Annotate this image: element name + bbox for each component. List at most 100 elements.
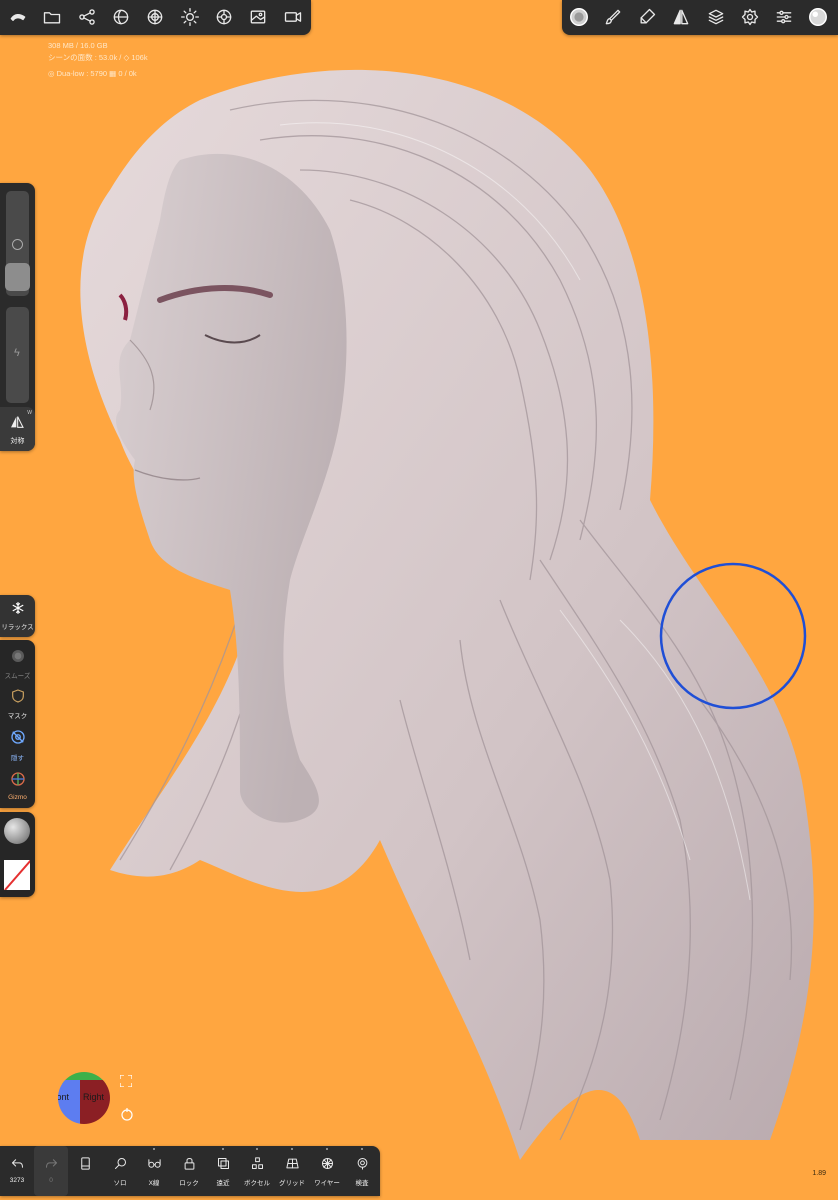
phone-icon [80,1157,90,1170]
lightning-icon: ϟ [14,347,20,359]
lock-icon [184,1158,194,1170]
top-right-toolbar [562,0,838,35]
redo-icon [45,1159,57,1168]
post-process-icon[interactable] [207,0,241,34]
wireframe-icon [321,1158,333,1169]
solo-button[interactable]: ソロ [103,1146,137,1196]
view-cube[interactable]: Front Right [58,1072,110,1124]
relax-tool-panel: リラックス [0,595,35,637]
wireframe-indicator-dot [326,1148,328,1150]
inspect-icon [357,1158,367,1170]
tool-mask[interactable]: マスク [0,688,35,720]
intensity-slider[interactable]: ϟ [6,307,29,403]
matcap-preview-icon[interactable] [801,0,835,34]
mask-icon [11,689,24,703]
layers-icon[interactable] [699,0,733,34]
magnifier-icon [114,1158,126,1169]
symmetry-toggle[interactable]: W 対称 [0,407,35,451]
wireframe-button[interactable]: ワイヤー [310,1146,344,1196]
material-panel [0,812,35,897]
perspective-label: 遠近 [216,1180,230,1187]
folder-icon[interactable] [35,0,69,34]
tool-gizmo[interactable]: Gizmo [0,770,35,801]
view-cube-right-face[interactable] [80,1080,110,1124]
hide-icon [10,730,25,744]
camera-pivot-icon[interactable] [120,1107,134,1121]
grid-indicator-dot [291,1148,293,1150]
pixel-ratio-readout: 1.89 [812,1170,826,1177]
grid-icon [285,1158,299,1169]
voxel-button[interactable]: ボクセル [240,1146,274,1196]
xray-indicator-dot [153,1148,155,1150]
frame-view-icon[interactable] [119,1074,133,1088]
xray-button[interactable]: X線 [137,1146,171,1196]
background-image-icon[interactable] [241,0,275,34]
symmetry-icon [11,416,24,428]
nomad-logo-icon[interactable] [1,0,35,34]
lock-label: ロック [179,1180,199,1187]
lock-button[interactable]: ロック [172,1146,206,1196]
material-icon[interactable] [138,0,172,34]
no-color-slash [4,860,30,890]
voxel-icon [251,1157,263,1169]
symmetry-badge: W [27,410,32,416]
tool-smooth-label: スムーズ [4,673,31,680]
redo-button[interactable]: 0 [34,1146,68,1196]
top-left-toolbar [0,0,311,35]
tool-gizmo-label: Gizmo [8,794,27,801]
perspective-button[interactable]: 遠近 [206,1146,240,1196]
perspective-indicator-dot [222,1148,224,1150]
tool-relax[interactable]: リラックス [0,601,35,631]
gizmo-icon [10,772,25,786]
stats-overlay: 308 MB / 16.0 GB シーンの面数 : 53.0k / ◇ 106k… [48,40,148,80]
xray-label: X線 [148,1180,160,1187]
scene-stat: シーンの面数 : 53.0k / ◇ 106k [48,53,148,62]
view-cube-front-face[interactable] [58,1080,80,1124]
smooth-icon [11,650,24,662]
snowflake-icon [11,602,24,614]
inspect-button[interactable]: 検査 [345,1146,379,1196]
undo-icon [11,1159,23,1168]
wireframe-label: ワイヤー [314,1180,340,1187]
symmetry-icon[interactable] [664,0,698,34]
stroke-icon[interactable] [630,0,664,34]
viewport-model[interactable] [0,0,838,1200]
tool-mask-label: マスク [7,713,28,720]
perspective-icon [217,1158,229,1169]
voxel-indicator-dot [256,1148,258,1150]
grid-label: グリッド [279,1180,305,1187]
camera-icon[interactable] [276,0,310,34]
shading-icon[interactable] [104,0,138,34]
tool-smooth[interactable]: スムーズ [0,648,35,680]
tool-relax-label: リラックス [1,624,34,631]
light-icon[interactable] [173,0,207,34]
undo-button[interactable]: 3273 [0,1146,34,1196]
scene-graph-icon[interactable] [70,0,104,34]
voxel-label: ボクセル [244,1180,270,1187]
left-tools-panel: スムーズ マスク 隠す Gizmo [0,640,35,808]
undo-count: 3273 [9,1177,25,1184]
xray-glasses-icon [147,1159,161,1168]
sliders-icon[interactable] [767,0,801,34]
paint-color-swatch[interactable] [4,860,30,890]
radius-icon [12,239,23,250]
brush-alpha-icon[interactable] [562,0,596,34]
inspect-indicator-dot [361,1148,363,1150]
inspect-label: 検査 [355,1180,369,1187]
tool-hide[interactable]: 隠す [0,728,35,762]
paint-brush-icon[interactable] [596,0,630,34]
mesh-stat: ◎ Dua-low : 5790 ▦ 0 / 0k [48,69,137,78]
matcap-sphere[interactable] [4,818,30,844]
view-cube-right-label: Right [83,1092,105,1102]
tool-hide-label: 隠す [11,755,24,762]
device-button[interactable] [68,1146,102,1196]
grid-button[interactable]: グリッド [275,1146,309,1196]
solo-label: ソロ [113,1180,127,1187]
settings-icon[interactable] [733,0,767,34]
redo-count: 0 [49,1177,53,1184]
memory-stat: 308 MB / 16.0 GB [48,41,108,50]
radius-slider-handle[interactable] [5,263,30,291]
symmetry-label: 対称 [10,438,25,445]
view-cube-front-label: Front [58,1092,70,1102]
bottom-toolbar: 3273 0 ソロ X線 ロック 遠近 ボクセル グリッド ワイヤー 検査 [0,1146,380,1196]
